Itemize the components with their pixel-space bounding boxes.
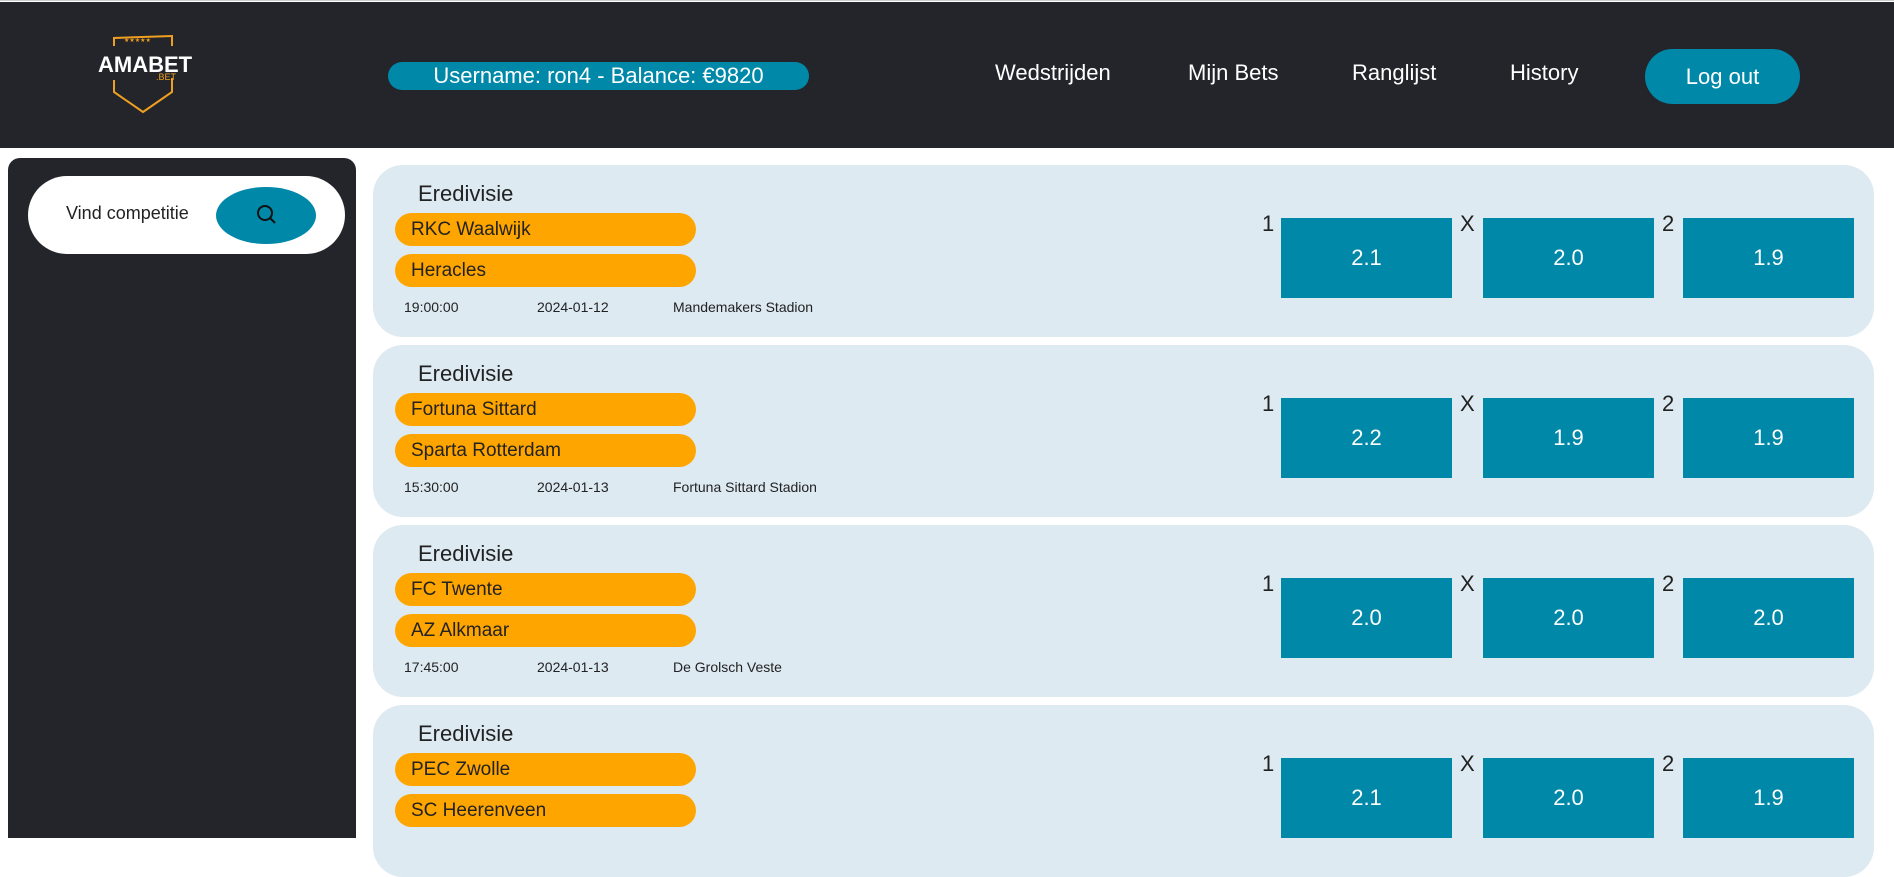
- match-date: 2024-01-13: [537, 659, 609, 675]
- nav-ranglijst[interactable]: Ranglijst: [1352, 60, 1436, 86]
- competition-name: Eredivisie: [418, 181, 514, 206]
- top-header: ★★★★★ AMABET .BET Username: ron4 - Balan…: [0, 2, 1894, 148]
- logout-button[interactable]: Log out: [1645, 49, 1800, 104]
- match-venue: Mandemakers Stadion: [673, 299, 814, 315]
- odds-label: 2: [1662, 571, 1675, 596]
- odds-button[interactable]: 2.1: [1281, 758, 1452, 838]
- nav-mijn-bets[interactable]: Mijn Bets: [1188, 60, 1278, 86]
- match-date: 2024-01-13: [537, 479, 609, 495]
- match-card: Eredivisie PEC Zwolle SC Heerenveen 1 2.…: [373, 705, 1874, 877]
- svg-text:★★★★★: ★★★★★: [124, 37, 151, 44]
- match-time: 15:30:00: [404, 479, 459, 495]
- match-card: Eredivisie FC Twente AZ Alkmaar 17:45:00…: [373, 525, 1874, 697]
- search-button[interactable]: [216, 187, 316, 244]
- odds-button[interactable]: 2.0: [1483, 758, 1654, 838]
- competition-name: Eredivisie: [418, 361, 514, 386]
- away-team: AZ Alkmaar: [395, 614, 696, 647]
- odds-button[interactable]: 1.9: [1483, 398, 1654, 478]
- odds-button[interactable]: 2.2: [1281, 398, 1452, 478]
- competition-search: Vind competitie: [28, 176, 345, 254]
- competition-name: Eredivisie: [418, 721, 514, 746]
- odds-label: 2: [1662, 391, 1675, 416]
- match-venue: Fortuna Sittard Stadion: [673, 479, 817, 495]
- odds-label: 2: [1662, 211, 1675, 236]
- odds-label: 1: [1262, 751, 1275, 776]
- odds-button[interactable]: 1.9: [1683, 398, 1854, 478]
- match-venue: De Grolsch Veste: [673, 659, 782, 675]
- odds-button[interactable]: 1.9: [1683, 218, 1854, 298]
- nav-history[interactable]: History: [1510, 60, 1578, 86]
- odds-button[interactable]: 1.9: [1683, 758, 1854, 838]
- sidebar: Vind competitie: [8, 158, 356, 838]
- amabet-logo[interactable]: ★★★★★ AMABET .BET: [96, 32, 196, 114]
- search-icon: [257, 205, 276, 224]
- svg-text:AMABET: AMABET: [98, 52, 193, 77]
- home-team: RKC Waalwijk: [395, 213, 696, 246]
- odds-label: 1: [1262, 211, 1275, 236]
- odds-label: X: [1460, 751, 1475, 776]
- odds-label: X: [1460, 571, 1475, 596]
- home-team: PEC Zwolle: [395, 753, 696, 786]
- odds-label: X: [1460, 391, 1475, 416]
- match-date: 2024-01-12: [537, 299, 609, 315]
- odds-button[interactable]: 2.1: [1281, 218, 1452, 298]
- home-team: FC Twente: [395, 573, 696, 606]
- nav-wedstrijden[interactable]: Wedstrijden: [995, 60, 1111, 86]
- away-team: SC Heerenveen: [395, 794, 696, 827]
- search-label: Vind competitie: [66, 203, 189, 223]
- away-team: Sparta Rotterdam: [395, 434, 696, 467]
- match-card: Eredivisie Fortuna Sittard Sparta Rotter…: [373, 345, 1874, 517]
- home-team: Fortuna Sittard: [395, 393, 696, 426]
- match-card: Eredivisie RKC Waalwijk Heracles 19:00:0…: [373, 165, 1874, 337]
- odds-label: 2: [1662, 751, 1675, 776]
- odds-label: X: [1460, 211, 1475, 236]
- odds-button[interactable]: 2.0: [1281, 578, 1452, 658]
- svg-text:.BET: .BET: [156, 72, 177, 82]
- odds-label: 1: [1262, 571, 1275, 596]
- odds-button[interactable]: 2.0: [1483, 218, 1654, 298]
- competition-name: Eredivisie: [418, 541, 514, 566]
- away-team: Heracles: [395, 254, 696, 287]
- odds-button[interactable]: 2.0: [1483, 578, 1654, 658]
- match-time: 19:00:00: [404, 299, 459, 315]
- odds-label: 1: [1262, 391, 1275, 416]
- match-time: 17:45:00: [404, 659, 459, 675]
- user-balance-badge: Username: ron4 - Balance: €9820: [388, 62, 809, 90]
- odds-button[interactable]: 2.0: [1683, 578, 1854, 658]
